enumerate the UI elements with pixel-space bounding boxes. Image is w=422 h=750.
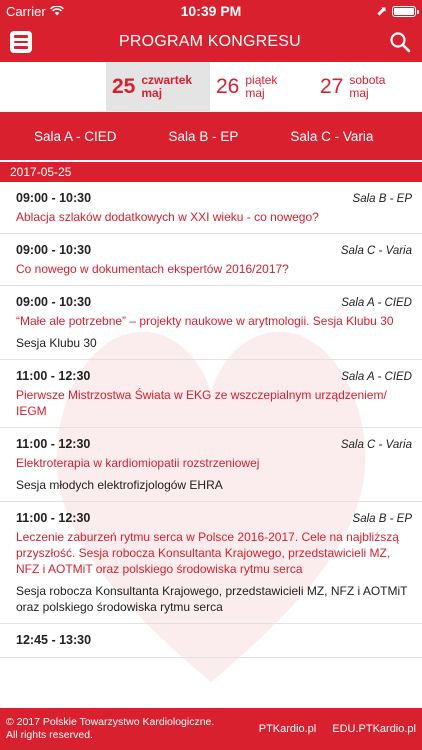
date-day: piątek [245,72,278,87]
session-item[interactable]: 09:00 - 10:30 Sala A - CIED “Małe ale po… [0,286,422,360]
program-list[interactable]: 2017-05-25 09:00 - 10:30 Sala B - EP Abl… [0,162,422,708]
session-time: 11:00 - 12:30 [16,437,91,451]
date-label: czwartek maj [141,72,193,100]
session-hall: Sala B - EP [352,513,412,525]
link-edu-ptkardio[interactable]: EDU.PTKardio.pl [332,723,416,735]
session-title: “Małe ale potrzebne” – projekty naukowe … [16,314,394,328]
session-title: Elektroterapia w kardiomiopatii rozstrze… [16,456,260,470]
date-label: piątek maj [245,72,278,100]
date-day: czwartek [141,72,193,87]
session-time: 09:00 - 10:30 [16,295,92,309]
session-subtitle: Sesja Klubu 30 [16,336,97,350]
session-hall: Sala A - CIED [341,371,412,383]
copyright: © 2017 Polskie Towarzystwo Kardiologiczn… [6,716,214,742]
session-meta: 11:00 - 12:30 Sala A - CIED [16,369,412,383]
session-item[interactable]: 11:00 - 12:30 Sala C - Varia Elektrotera… [0,428,422,502]
date-number: 27 [320,74,344,98]
wifi-icon [49,6,64,16]
session-title: Pierwsze Mistrzostwa Świata w EKG ze wsz… [16,388,387,418]
session-item[interactable]: 11:00 - 12:30 Sala A - CIED Pierwsze Mis… [0,360,422,428]
session-time: 09:00 - 10:30 [16,191,92,205]
search-button[interactable] [388,30,412,54]
date-month: maj [349,85,369,100]
session-title: Ablacja szlaków dodatkowych w XXI wieku … [16,210,319,224]
date-number: 26 [216,74,240,98]
session-hall: Sala B - EP [352,193,412,205]
session-time: 11:00 - 12:30 [16,511,91,525]
menu-line [14,40,28,44]
date-label: sobota maj [349,72,386,100]
session-hall: Sala C - Varia [340,245,412,257]
tab-sala-c[interactable]: Sala C - Varia [256,129,391,144]
menu-button[interactable] [10,31,32,53]
hall-tabs: Sala A - CIED Sala B - EP Sala C - Varia [0,112,422,160]
menu-line [14,46,28,49]
carrier-label: Carrier [6,3,46,19]
status-bar: Carrier 10:39 PM [0,0,422,22]
date-month: maj [141,85,163,100]
menu-line [14,35,28,38]
session-time: 09:00 - 10:30 [16,243,92,257]
session-item[interactable]: 09:00 - 10:30 Sala C - Varia Co nowego w… [0,234,422,286]
status-left: Carrier [6,4,64,19]
footer-links: PTKardio.pl EDU.PTKardio.pl [259,723,416,735]
alarm-icon [377,7,386,16]
session-hall: Sala A - CIED [341,297,412,309]
session-meta: 11:00 - 12:30 Sala C - Varia [16,437,412,451]
copyright-line: © 2017 Polskie Towarzystwo Kardiologiczn… [6,716,215,728]
page-title: PROGRAM KONGRESU [119,33,301,50]
date-month: maj [245,85,265,100]
session-title: Co nowego w dokumentach ekspertów 2016/2… [16,262,289,276]
session-time: 11:00 - 12:30 [16,369,91,383]
date-tabs: 25 czwartek maj 26 piątek maj 27 sobota … [0,62,422,112]
session-meta: 09:00 - 10:30 Sala B - EP [16,191,412,205]
tab-sala-a[interactable]: Sala A - CIED [0,129,135,144]
date-number: 25 [112,74,136,98]
session-subtitle: Sesja robocza Konsultanta Krajowego, prz… [16,584,408,614]
session-meta: 09:00 - 10:30 Sala A - CIED [16,295,412,309]
copyright-line: All rights reserved. [6,729,93,741]
status-right [377,5,419,17]
app-header: PROGRAM KONGRESU [0,22,422,62]
session-meta: 09:00 - 10:30 Sala C - Varia [16,243,412,257]
session-item[interactable]: 09:00 - 10:30 Sala B - EP Ablacja szlakó… [0,182,422,234]
search-icon [390,32,411,53]
date-tab-26[interactable]: 26 piątek maj [210,62,314,111]
session-meta: 12:45 - 13:30 [16,633,412,647]
footer: © 2017 Polskie Towarzystwo Kardiologiczn… [0,708,422,750]
date-tab-27[interactable]: 27 sobota maj [314,62,418,111]
date-day: sobota [349,72,386,87]
session-hall: Sala C - Varia [340,439,412,451]
session-item[interactable]: 11:00 - 12:30 Sala B - EP Leczenie zabur… [0,502,422,624]
session-subtitle: Sesja młodych elektrofizjologów EHRA [16,478,223,492]
session-meta: 11:00 - 12:30 Sala B - EP [16,511,412,525]
session-time: 12:45 - 13:30 [16,633,92,647]
session-item[interactable]: 12:45 - 13:30 [0,624,422,658]
battery-level [394,7,414,15]
day-header: 2017-05-25 [0,162,422,182]
session-title: Leczenie zaburzeń rytmu serca w Polsce 2… [16,530,399,576]
tab-sala-b[interactable]: Sala B - EP [135,129,257,144]
battery-icon [392,5,419,17]
date-tab-25[interactable]: 25 czwartek maj [106,62,210,111]
link-ptkardio[interactable]: PTKardio.pl [259,723,316,735]
